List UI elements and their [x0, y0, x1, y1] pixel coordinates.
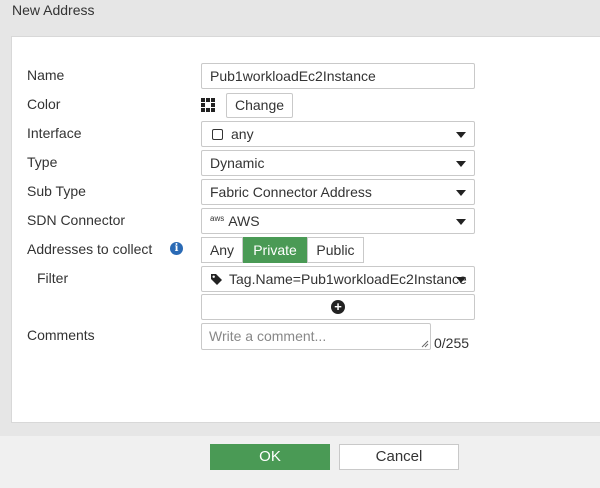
addresses-to-collect-label: Addresses to collect	[27, 241, 153, 257]
color-swatch-icon	[201, 98, 215, 112]
collect-option-any[interactable]: Any	[201, 237, 243, 263]
comments-textarea[interactable]: Write a comment...	[201, 323, 431, 350]
interface-label: Interface	[27, 125, 82, 141]
interface-checkbox-icon	[212, 129, 223, 140]
collect-option-public[interactable]: Public	[307, 237, 364, 263]
filter-value: Tag.Name=Pub1workloadEc2Instance	[229, 271, 467, 287]
aws-icon: aws	[210, 214, 225, 223]
comments-placeholder: Write a comment...	[209, 328, 327, 344]
sub-type-value: Fabric Connector Address	[210, 184, 372, 200]
type-label: Type	[27, 154, 58, 170]
collect-option-private[interactable]: Private	[243, 237, 307, 263]
change-color-button[interactable]: Change	[226, 93, 293, 118]
color-label: Color	[27, 96, 61, 112]
sub-type-label: Sub Type	[27, 183, 86, 199]
dialog-title: New Address	[0, 0, 600, 22]
type-select[interactable]: Dynamic	[201, 150, 475, 176]
tag-icon	[211, 274, 222, 285]
filter-select[interactable]: Tag.Name=Pub1workloadEc2Instance	[201, 266, 475, 292]
cancel-button[interactable]: Cancel	[339, 444, 459, 470]
chevron-down-icon	[456, 277, 466, 283]
name-label: Name	[27, 67, 65, 83]
chevron-down-icon	[456, 161, 466, 167]
sdn-connector-label: SDN Connector	[27, 212, 126, 228]
name-input[interactable]: Pub1workloadEc2Instance	[201, 63, 475, 89]
add-filter-plus-icon[interactable]: +	[331, 300, 345, 314]
comments-counter: 0/255	[434, 335, 470, 351]
type-value: Dynamic	[210, 155, 265, 171]
filter-label: Filter	[37, 270, 69, 286]
sub-type-select[interactable]: Fabric Connector Address	[201, 179, 475, 205]
interface-select[interactable]: any	[201, 121, 475, 147]
ok-button[interactable]: OK	[210, 444, 330, 470]
sdn-connector-select[interactable]: aws AWS	[201, 208, 475, 234]
chevron-down-icon	[456, 219, 466, 225]
sdn-connector-value: AWS	[228, 213, 260, 229]
comments-label: Comments	[27, 327, 95, 343]
chevron-down-icon	[456, 132, 466, 138]
info-icon[interactable]: i	[170, 242, 183, 255]
chevron-down-icon	[456, 190, 466, 196]
resize-handle-icon[interactable]	[421, 340, 429, 348]
interface-value: any	[231, 126, 254, 142]
